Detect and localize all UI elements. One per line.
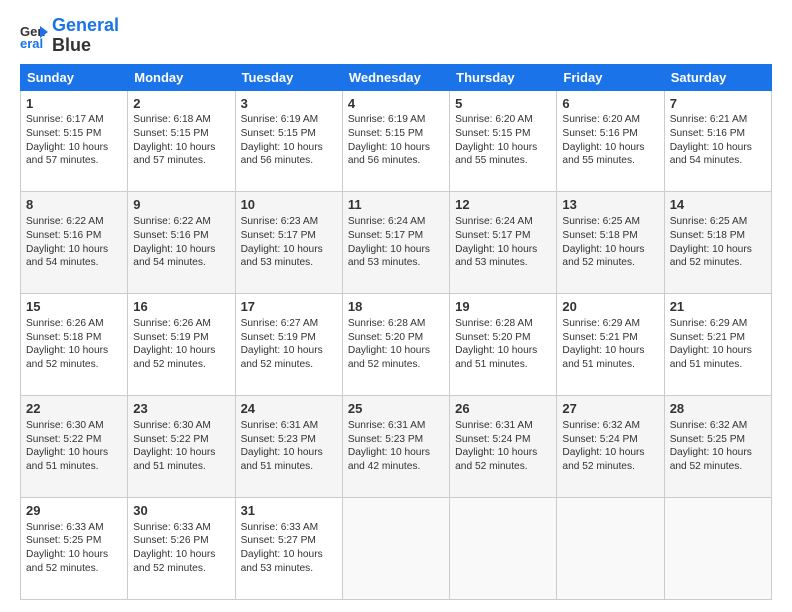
day-number: 11: [348, 196, 444, 214]
logo-text: General Blue: [52, 16, 119, 56]
day-header-wednesday: Wednesday: [342, 64, 449, 90]
calendar-cell: 11Sunrise: 6:24 AMSunset: 5:17 PMDayligh…: [342, 192, 449, 294]
calendar-cell: 6Sunrise: 6:20 AMSunset: 5:16 PMDaylight…: [557, 90, 664, 192]
day-number: 16: [133, 298, 229, 316]
calendar-week-row: 29Sunrise: 6:33 AMSunset: 5:25 PMDayligh…: [21, 498, 772, 600]
day-header-thursday: Thursday: [450, 64, 557, 90]
calendar-cell: 12Sunrise: 6:24 AMSunset: 5:17 PMDayligh…: [450, 192, 557, 294]
day-number: 9: [133, 196, 229, 214]
day-number: 12: [455, 196, 551, 214]
day-header-friday: Friday: [557, 64, 664, 90]
calendar-cell: [664, 498, 771, 600]
day-header-monday: Monday: [128, 64, 235, 90]
calendar-week-row: 22Sunrise: 6:30 AMSunset: 5:22 PMDayligh…: [21, 396, 772, 498]
calendar-cell: 29Sunrise: 6:33 AMSunset: 5:25 PMDayligh…: [21, 498, 128, 600]
calendar-cell: 10Sunrise: 6:23 AMSunset: 5:17 PMDayligh…: [235, 192, 342, 294]
day-number: 18: [348, 298, 444, 316]
day-number: 30: [133, 502, 229, 520]
calendar-header-row: SundayMondayTuesdayWednesdayThursdayFrid…: [21, 64, 772, 90]
day-number: 28: [670, 400, 766, 418]
page: Gen eral General Blue SundayMondayTuesda…: [0, 0, 792, 612]
calendar-cell: 9Sunrise: 6:22 AMSunset: 5:16 PMDaylight…: [128, 192, 235, 294]
day-number: 21: [670, 298, 766, 316]
calendar-cell: 20Sunrise: 6:29 AMSunset: 5:21 PMDayligh…: [557, 294, 664, 396]
calendar-cell: 22Sunrise: 6:30 AMSunset: 5:22 PMDayligh…: [21, 396, 128, 498]
calendar-cell: 14Sunrise: 6:25 AMSunset: 5:18 PMDayligh…: [664, 192, 771, 294]
calendar-cell: 8Sunrise: 6:22 AMSunset: 5:16 PMDaylight…: [21, 192, 128, 294]
calendar-cell: 18Sunrise: 6:28 AMSunset: 5:20 PMDayligh…: [342, 294, 449, 396]
day-number: 24: [241, 400, 337, 418]
calendar-cell: 1Sunrise: 6:17 AMSunset: 5:15 PMDaylight…: [21, 90, 128, 192]
calendar-cell: 30Sunrise: 6:33 AMSunset: 5:26 PMDayligh…: [128, 498, 235, 600]
calendar-cell: 4Sunrise: 6:19 AMSunset: 5:15 PMDaylight…: [342, 90, 449, 192]
day-header-sunday: Sunday: [21, 64, 128, 90]
calendar-cell: 26Sunrise: 6:31 AMSunset: 5:24 PMDayligh…: [450, 396, 557, 498]
day-number: 8: [26, 196, 122, 214]
calendar-week-row: 8Sunrise: 6:22 AMSunset: 5:16 PMDaylight…: [21, 192, 772, 294]
calendar-cell: 17Sunrise: 6:27 AMSunset: 5:19 PMDayligh…: [235, 294, 342, 396]
calendar-cell: 24Sunrise: 6:31 AMSunset: 5:23 PMDayligh…: [235, 396, 342, 498]
day-number: 6: [562, 95, 658, 113]
day-number: 14: [670, 196, 766, 214]
calendar-cell: 25Sunrise: 6:31 AMSunset: 5:23 PMDayligh…: [342, 396, 449, 498]
day-number: 22: [26, 400, 122, 418]
calendar-cell: 21Sunrise: 6:29 AMSunset: 5:21 PMDayligh…: [664, 294, 771, 396]
calendar-cell: 13Sunrise: 6:25 AMSunset: 5:18 PMDayligh…: [557, 192, 664, 294]
calendar-cell: 15Sunrise: 6:26 AMSunset: 5:18 PMDayligh…: [21, 294, 128, 396]
day-number: 13: [562, 196, 658, 214]
calendar-cell: 27Sunrise: 6:32 AMSunset: 5:24 PMDayligh…: [557, 396, 664, 498]
calendar-cell: [342, 498, 449, 600]
calendar-cell: 28Sunrise: 6:32 AMSunset: 5:25 PMDayligh…: [664, 396, 771, 498]
day-number: 19: [455, 298, 551, 316]
day-number: 23: [133, 400, 229, 418]
calendar-cell: 16Sunrise: 6:26 AMSunset: 5:19 PMDayligh…: [128, 294, 235, 396]
day-number: 2: [133, 95, 229, 113]
header: Gen eral General Blue: [20, 16, 772, 56]
day-number: 10: [241, 196, 337, 214]
day-number: 29: [26, 502, 122, 520]
day-number: 7: [670, 95, 766, 113]
calendar-week-row: 15Sunrise: 6:26 AMSunset: 5:18 PMDayligh…: [21, 294, 772, 396]
day-number: 25: [348, 400, 444, 418]
calendar-cell: 19Sunrise: 6:28 AMSunset: 5:20 PMDayligh…: [450, 294, 557, 396]
calendar-cell: 31Sunrise: 6:33 AMSunset: 5:27 PMDayligh…: [235, 498, 342, 600]
day-header-saturday: Saturday: [664, 64, 771, 90]
day-number: 4: [348, 95, 444, 113]
day-number: 31: [241, 502, 337, 520]
svg-text:eral: eral: [20, 36, 43, 50]
day-number: 20: [562, 298, 658, 316]
day-number: 26: [455, 400, 551, 418]
calendar-cell: [557, 498, 664, 600]
calendar-cell: 2Sunrise: 6:18 AMSunset: 5:15 PMDaylight…: [128, 90, 235, 192]
logo-icon: Gen eral: [20, 22, 48, 50]
day-number: 1: [26, 95, 122, 113]
calendar-cell: [450, 498, 557, 600]
day-header-tuesday: Tuesday: [235, 64, 342, 90]
day-number: 15: [26, 298, 122, 316]
logo: Gen eral General Blue: [20, 16, 119, 56]
day-number: 17: [241, 298, 337, 316]
calendar-week-row: 1Sunrise: 6:17 AMSunset: 5:15 PMDaylight…: [21, 90, 772, 192]
day-number: 27: [562, 400, 658, 418]
calendar-cell: 5Sunrise: 6:20 AMSunset: 5:15 PMDaylight…: [450, 90, 557, 192]
calendar-cell: 7Sunrise: 6:21 AMSunset: 5:16 PMDaylight…: [664, 90, 771, 192]
calendar-cell: 3Sunrise: 6:19 AMSunset: 5:15 PMDaylight…: [235, 90, 342, 192]
day-number: 3: [241, 95, 337, 113]
calendar-cell: 23Sunrise: 6:30 AMSunset: 5:22 PMDayligh…: [128, 396, 235, 498]
calendar-table: SundayMondayTuesdayWednesdayThursdayFrid…: [20, 64, 772, 600]
day-number: 5: [455, 95, 551, 113]
